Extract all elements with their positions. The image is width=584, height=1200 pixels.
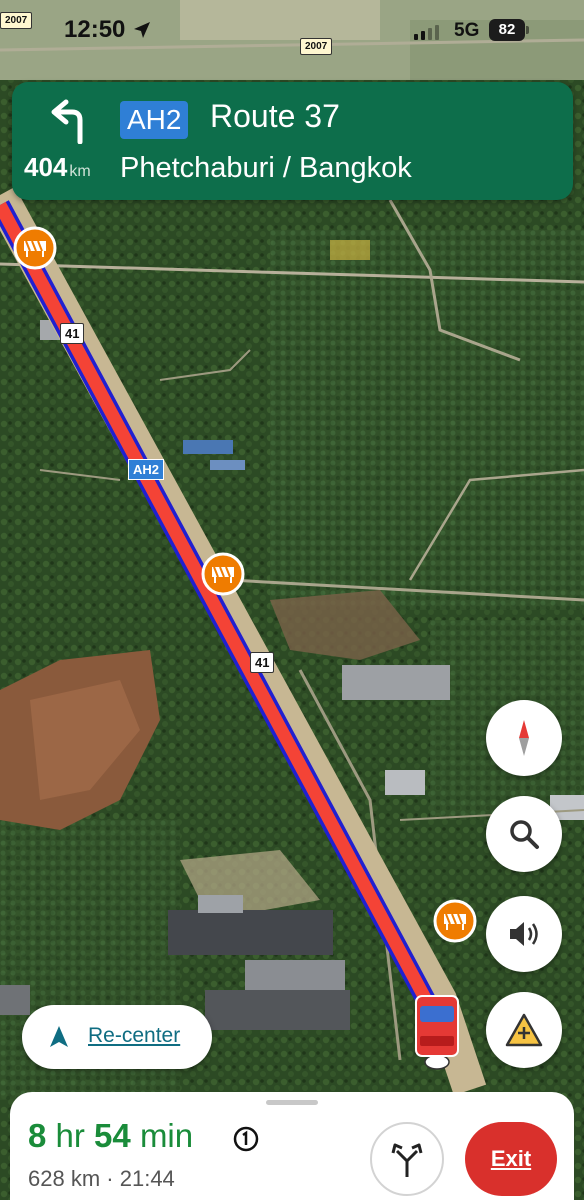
status-time: 12:50 xyxy=(64,16,126,43)
turn-left-arrow-icon xyxy=(51,99,83,144)
battery-tip xyxy=(526,26,529,34)
roadwork-hazard-marker[interactable] xyxy=(432,898,478,944)
distance-unit: km xyxy=(69,163,91,180)
distance-value: 404 xyxy=(24,152,68,182)
trip-summary-sheet[interactable]: 8 hr 54 min 628 km · 21:44 Exit xyxy=(10,1092,574,1200)
next-turn-distance: 404 km xyxy=(24,152,91,183)
cellular-signal-icon xyxy=(414,24,439,40)
road-name: Route 37 xyxy=(210,98,340,134)
route-41-badge: 41 xyxy=(60,323,85,344)
ah2-badge: AH2 xyxy=(128,459,165,480)
sound-button[interactable] xyxy=(486,896,562,972)
duration-hours: 8 xyxy=(28,1117,47,1154)
search-button[interactable] xyxy=(486,796,562,872)
sheet-handle[interactable] xyxy=(266,1100,318,1105)
recenter-button[interactable]: Re-center xyxy=(22,1005,212,1069)
duration-hours-unit: hr xyxy=(55,1117,85,1154)
report-incident-icon xyxy=(505,1013,543,1047)
roadwork-hazard-marker[interactable] xyxy=(200,551,246,597)
battery-level: 82 xyxy=(489,19,525,41)
recenter-label: Re-center xyxy=(88,1024,181,1047)
navigation-banner[interactable]: 404 km AH2 Route 37 Phetchaburi / Bangkok xyxy=(12,82,573,200)
route-fork-icon xyxy=(391,1143,423,1177)
search-icon xyxy=(510,820,539,849)
trip-distance: 628 km xyxy=(28,1166,101,1191)
exit-navigation-button[interactable]: Exit xyxy=(465,1122,557,1196)
arrival-time: 21:44 xyxy=(119,1166,175,1191)
vehicle-position-icon xyxy=(415,995,459,1070)
trip-duration: 8 hr 54 min xyxy=(28,1117,193,1155)
network-type: 5G xyxy=(454,20,480,41)
duration-minutes-unit: min xyxy=(139,1117,194,1154)
status-bar: 12:50 5G 82 xyxy=(0,0,584,62)
navigation-arrow-icon xyxy=(50,1026,68,1047)
route-41-badge-2: 41 xyxy=(250,652,275,673)
compass-icon xyxy=(519,720,529,756)
volume-icon xyxy=(510,922,538,946)
location-arrow-icon xyxy=(134,22,150,38)
duration-minutes: 54 xyxy=(94,1117,131,1154)
report-incident-button[interactable] xyxy=(486,992,562,1068)
eco-route-icon xyxy=(233,1126,259,1152)
roadwork-hazard-marker[interactable] xyxy=(12,225,58,271)
compass-button[interactable] xyxy=(486,700,562,776)
trip-meta: 628 km · 21:44 xyxy=(28,1166,175,1192)
trip-separator: · xyxy=(106,1166,114,1191)
destination-label: Phetchaburi / Bangkok xyxy=(120,152,412,184)
alternate-routes-button[interactable] xyxy=(370,1122,444,1196)
road-shield: AH2 xyxy=(120,101,189,139)
